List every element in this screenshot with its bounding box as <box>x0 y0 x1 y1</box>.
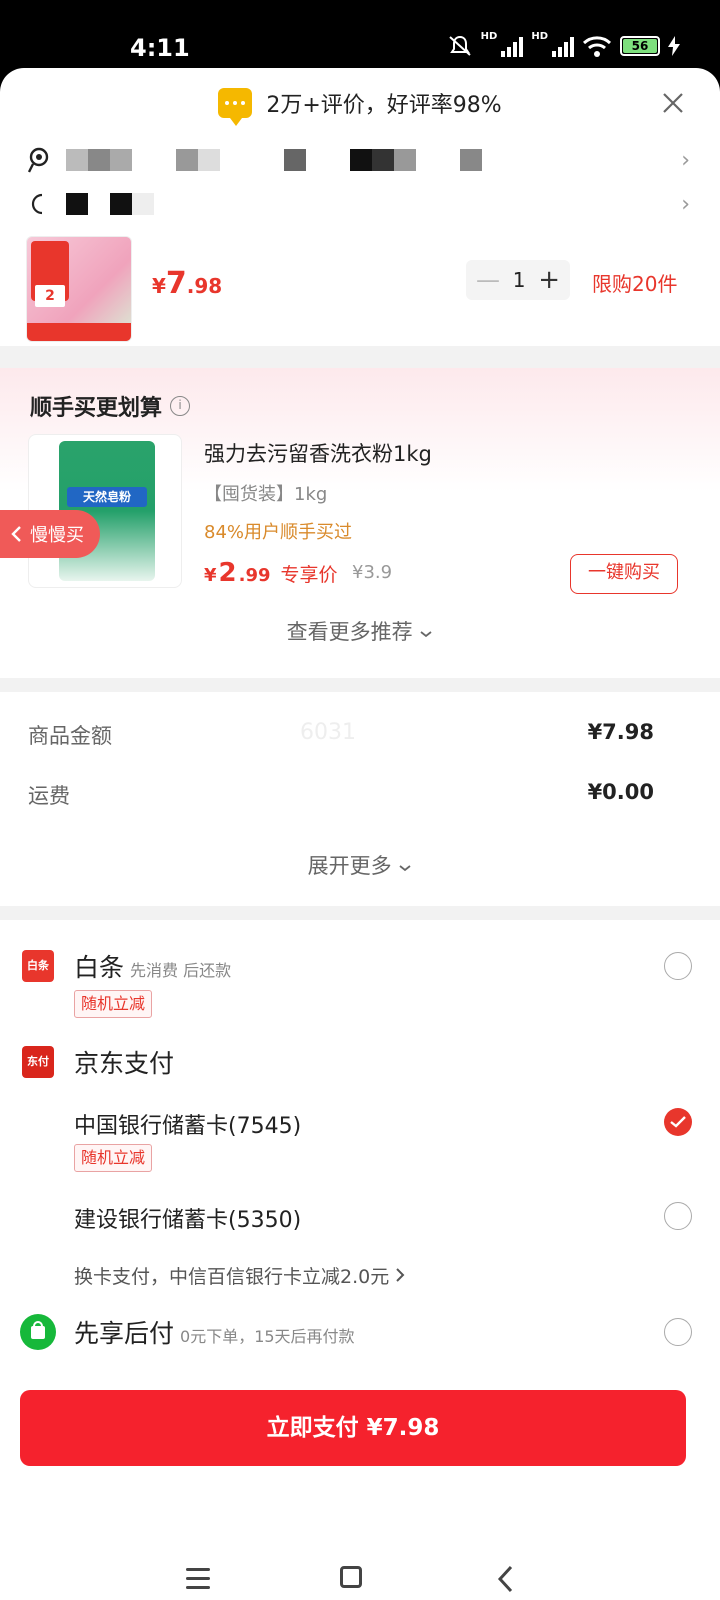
redacted-block <box>198 149 220 171</box>
system-nav-bar <box>0 1560 720 1600</box>
product-image: 2 <box>26 236 132 342</box>
increase-button[interactable]: + <box>538 265 560 295</box>
status-time: 4:11 <box>130 34 190 62</box>
quantity-value[interactable]: 1 <box>513 268 526 292</box>
recommend-product-name[interactable]: 强力去污留香洗衣粉1kg <box>204 438 432 468</box>
redacted-block <box>394 149 416 171</box>
expand-more[interactable]: 展开更多 <box>0 850 720 880</box>
close-icon[interactable] <box>660 90 686 116</box>
signal-icon <box>501 35 524 57</box>
redacted-block <box>350 149 372 171</box>
chevron-right-icon: › <box>681 148 690 173</box>
section-divider <box>0 906 720 920</box>
recommend-section: 顺手买更划算 i 天然皂粉 慢慢买 强力去污留香洗衣粉1kg 【囤货装】1kg … <box>0 368 720 678</box>
decrease-button[interactable]: — <box>476 266 500 294</box>
battery-icon: 56 <box>620 36 660 56</box>
ccb-radio[interactable] <box>664 1202 692 1230</box>
chevron-right-icon: › <box>681 192 690 217</box>
address-row[interactable]: › <box>0 138 720 182</box>
pay-later-radio[interactable] <box>664 1318 692 1346</box>
boc-radio[interactable] <box>664 1108 692 1136</box>
wifi-icon <box>582 36 612 57</box>
signal-icon-2 <box>552 35 574 57</box>
chevron-down-icon <box>420 631 432 638</box>
recommend-price: ¥2.99 专享价 <box>204 558 338 588</box>
redacted-block <box>66 193 88 215</box>
payment-section: 白条 白条 先消费 后还款 随机立减 东付 京东支付 中国银行储蓄卡(7545) … <box>0 920 720 1380</box>
hd-label: HD <box>480 30 498 42</box>
pay-later-icon <box>20 1314 56 1350</box>
random-discount-badge: 随机立减 <box>74 1144 153 1172</box>
pay-later-option[interactable]: 先享后付 0元下单，15天后再付款 <box>74 1314 355 1350</box>
mute-icon <box>448 35 471 56</box>
redacted-block <box>132 193 154 215</box>
redacted-block <box>460 149 482 171</box>
baitiao-icon: 白条 <box>22 950 54 982</box>
home-icon[interactable] <box>340 1566 362 1588</box>
back-icon[interactable] <box>496 1564 514 1594</box>
fee-row-goods: 商品金额 ¥7.98 <box>28 720 654 748</box>
recommend-old-price: ¥3.9 <box>352 562 393 583</box>
card-option-ccb[interactable]: 建设银行储蓄卡(5350) <box>74 1202 301 1234</box>
purchase-limit: 限购20件 <box>592 272 678 296</box>
one-click-buy-button[interactable]: 一键购买 <box>570 554 678 594</box>
recommend-buy-rate: 84%用户顺手买过 <box>204 522 353 543</box>
see-more-recommend[interactable]: 查看更多推荐 <box>0 616 720 646</box>
checkout-sheet: 2万+评价，好评率98% › › 2 ¥7.98 — 1 + 限购20件 顺手买… <box>0 68 720 1600</box>
pay-now-button[interactable]: 立即支付 ¥7.98 <box>20 1390 686 1466</box>
redacted-block <box>110 193 132 215</box>
review-summary: 2万+评价，好评率98% <box>266 93 502 118</box>
fee-row-shipping: 运费 ¥0.00 <box>28 780 654 808</box>
jdpay-header: 京东支付 <box>74 1049 175 1078</box>
recommend-product-spec: 【囤货装】1kg <box>204 484 328 505</box>
baitiao-radio[interactable] <box>664 952 692 980</box>
slow-buy-tab[interactable]: 慢慢买 <box>0 510 100 558</box>
baitiao-option[interactable]: 白条 先消费 后还款 <box>74 948 231 984</box>
product-row: 2 ¥7.98 — 1 + 限购20件 <box>0 226 720 346</box>
product-price: ¥7.98 <box>152 266 223 301</box>
jdpay-icon: 东付 <box>22 1046 54 1078</box>
checkmark-icon <box>670 1116 686 1128</box>
chevron-left-icon <box>11 526 21 542</box>
section-divider <box>0 678 720 692</box>
chevron-right-icon <box>396 1268 405 1282</box>
redacted-block <box>88 149 110 171</box>
redacted-block <box>176 149 198 171</box>
switch-card-link[interactable]: 换卡支付，中信百信银行卡立减2.0元 <box>74 1262 405 1289</box>
info-icon[interactable]: i <box>170 396 191 416</box>
random-discount-badge: 随机立减 <box>74 990 153 1018</box>
contact-row[interactable]: › <box>0 182 720 226</box>
recommend-title: 顺手买更划算 i <box>30 390 191 422</box>
fee-section: 6031 商品金额 ¥7.98 运费 ¥0.00 展开更多 <box>0 692 720 906</box>
location-pin-icon <box>28 147 49 173</box>
quantity-stepper: — 1 + <box>466 260 570 300</box>
section-divider <box>0 346 720 368</box>
status-icons: HD HD 56 <box>447 30 680 58</box>
redacted-block <box>284 149 306 171</box>
hd-label-2: HD <box>531 30 548 42</box>
moon-icon <box>31 193 43 215</box>
redacted-block <box>110 149 132 171</box>
redacted-block <box>66 149 88 171</box>
menu-icon[interactable] <box>186 1568 210 1595</box>
chevron-down-icon <box>399 865 411 872</box>
charging-icon <box>668 36 680 56</box>
review-bar: 2万+评价，好评率98% <box>0 68 720 138</box>
card-option-boc[interactable]: 中国银行储蓄卡(7545) <box>74 1108 301 1140</box>
redacted-block <box>372 149 394 171</box>
chat-bubble-icon <box>218 88 253 126</box>
